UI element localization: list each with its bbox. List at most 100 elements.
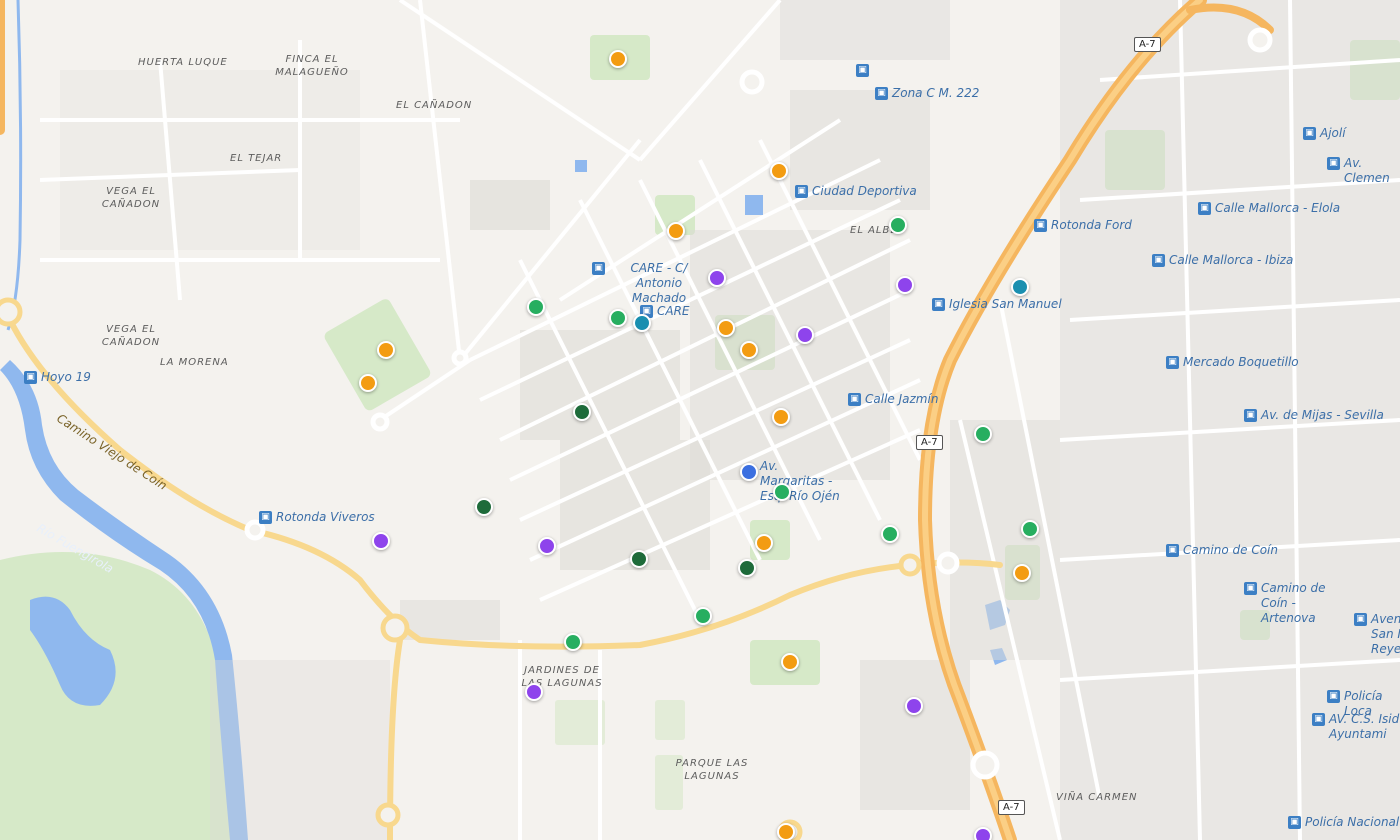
bus-stop-name: Zona C M. 222: [892, 86, 980, 100]
bus-stop-name: CARE: [657, 304, 690, 318]
map-marker-orange[interactable]: [781, 653, 799, 671]
map-marker-purple[interactable]: [974, 827, 992, 840]
bus-stop-rotonda-ford[interactable]: ▣ Rotonda Ford: [1034, 218, 1132, 233]
map-marker-orange[interactable]: [667, 222, 685, 240]
bus-icon: ▣: [1354, 613, 1367, 626]
bus-stop-care-machado[interactable]: ▣ CARE - C/ Antonio Machado: [592, 261, 709, 306]
map-marker-orange[interactable]: [717, 319, 735, 337]
map-marker-darkgreen[interactable]: [630, 550, 648, 568]
map-marker-purple[interactable]: [538, 537, 556, 555]
map-marker-green[interactable]: [881, 525, 899, 543]
bus-stop-name: Policía Nacional: [1305, 815, 1400, 829]
map-marker-green[interactable]: [889, 216, 907, 234]
bus-stop-mercado-boquetillo[interactable]: ▣ Mercado Boquetillo: [1166, 355, 1299, 370]
map-marker-green[interactable]: [1021, 520, 1039, 538]
bus-stop-hoyo-19[interactable]: ▣ Hoyo 19: [24, 370, 91, 385]
map-marker-orange[interactable]: [755, 534, 773, 552]
bus-icon: ▣: [259, 511, 272, 524]
map-marker-teal[interactable]: [633, 314, 651, 332]
bus-stop-name: Mercado Boquetillo: [1183, 355, 1299, 369]
bus-stop-name: Rotonda Ford: [1051, 218, 1132, 232]
bus-icon: ▣: [1244, 582, 1257, 595]
bus-icon: ▣: [1312, 713, 1325, 726]
bus-stop-iglesia-san-manuel[interactable]: ▣ Iglesia San Manuel: [932, 297, 1062, 312]
map-marker-orange[interactable]: [740, 341, 758, 359]
map-marker-purple[interactable]: [905, 697, 923, 715]
bus-stop-name: Av. Margaritas - Esq. Río Ojén: [760, 459, 840, 503]
map-marker-green[interactable]: [564, 633, 582, 651]
map-marker-green[interactable]: [694, 607, 712, 625]
bus-icon: ▣: [856, 64, 869, 77]
bus-icon: ▣: [1244, 409, 1257, 422]
bus-stop-camino-de-coin[interactable]: ▣ Camino de Coín: [1166, 543, 1278, 558]
map-marker-orange[interactable]: [770, 162, 788, 180]
bus-icon: ▣: [848, 393, 861, 406]
map-marker-purple[interactable]: [896, 276, 914, 294]
bus-stop-name: Rotonda Viveros: [276, 510, 375, 524]
bus-stop-calle-jazmin[interactable]: ▣ Calle Jazmín: [848, 392, 938, 407]
bus-stop-name: Ajolí: [1320, 126, 1346, 140]
bus-stop-policia-nacional[interactable]: ▣ Policía Nacional: [1288, 815, 1399, 830]
bus-stop-name: Camino de Coín - Artenova: [1261, 581, 1326, 625]
map-marker-purple[interactable]: [372, 532, 390, 550]
map-marker-purple[interactable]: [708, 269, 726, 287]
map-marker-darkgreen[interactable]: [738, 559, 756, 577]
bus-icon: ▣: [932, 298, 945, 311]
map-marker-orange[interactable]: [359, 374, 377, 392]
bus-icon: ▣: [795, 185, 808, 198]
bus-stop-name: Ciudad Deportiva: [812, 184, 917, 198]
bus-stop-avenida-san-isidro[interactable]: ▣ Aveni San I Reye: [1354, 612, 1400, 657]
map-marker-green[interactable]: [773, 483, 791, 501]
bus-stop-name: Av. de Mijas - Sevilla: [1261, 408, 1384, 422]
bus-stop-ajoli[interactable]: ▣ Ajolí: [1303, 126, 1346, 141]
bus-icon: ▣: [1198, 202, 1211, 215]
map-marker-orange[interactable]: [377, 341, 395, 359]
bus-stop-name: Hoyo 19: [41, 370, 91, 384]
bus-stop-coin-artenova[interactable]: ▣ Camino de Coín - Artenova: [1244, 581, 1351, 626]
map-marker-teal[interactable]: [1011, 278, 1029, 296]
bus-icon: ▣: [875, 87, 888, 100]
map-marker-darkgreen[interactable]: [573, 403, 591, 421]
map-marker-purple[interactable]: [525, 683, 543, 701]
bus-icon: ▣: [1288, 816, 1301, 829]
bus-stop-mallorca-ibiza[interactable]: ▣ Calle Mallorca - Ibiza: [1152, 253, 1293, 268]
map-marker-blue[interactable]: [740, 463, 758, 481]
bus-stop-av-clemente[interactable]: ▣ Av. Clemen: [1327, 156, 1400, 186]
map-canvas[interactable]: HUERTA LUQUE FINCA EL MALAGUEÑO EL CAÑAD…: [0, 0, 1400, 840]
map-marker-darkgreen[interactable]: [475, 498, 493, 516]
bus-stop-name: Calle Mallorca - Ibiza: [1169, 253, 1294, 267]
motorway-shield-a7: A-7: [916, 435, 943, 450]
bus-stop-mallorca-elola[interactable]: ▣ Calle Mallorca - Elola: [1198, 201, 1340, 216]
bus-icon: ▣: [1327, 157, 1340, 170]
map-marker-green[interactable]: [609, 309, 627, 327]
bus-stop-name: Calle Jazmín: [865, 392, 939, 406]
bus-stop-rotonda-viveros[interactable]: ▣ Rotonda Viveros: [259, 510, 375, 525]
motorway-shield-a7: A-7: [998, 800, 1025, 815]
map-marker-orange[interactable]: [1013, 564, 1031, 582]
bus-stop-ayuntamiento[interactable]: ▣ AV. C.S. Isid Ayuntami: [1312, 712, 1400, 742]
bus-stop-mijas-sevilla[interactable]: ▣ Av. de Mijas - Sevilla: [1244, 408, 1384, 423]
bus-icon: ▣: [1327, 690, 1340, 703]
map-marker-orange[interactable]: [777, 823, 795, 840]
bus-icon: ▣: [592, 262, 605, 275]
map-marker-green[interactable]: [974, 425, 992, 443]
bus-icon: ▣: [1303, 127, 1316, 140]
bus-stop-name: Calle Mallorca - Elola: [1215, 201, 1341, 215]
bus-stop-zona-c[interactable]: ▣: [856, 63, 869, 77]
map-marker-orange[interactable]: [609, 50, 627, 68]
bus-icon: ▣: [1166, 356, 1179, 369]
map-marker-green[interactable]: [527, 298, 545, 316]
bus-stop-name: CARE - C/ Antonio Machado: [630, 261, 688, 305]
bus-stop-zona-c-label[interactable]: ▣ Zona C M. 222: [875, 86, 979, 101]
bus-stop-name: Av. Clemen: [1344, 156, 1390, 185]
bus-stop-name: AV. C.S. Isid Ayuntami: [1329, 712, 1400, 741]
bus-stop-margaritas[interactable]: Av. Margaritas - Esq. Río Ojén: [760, 459, 840, 504]
bus-stop-ciudad-deportiva[interactable]: ▣ Ciudad Deportiva: [795, 184, 917, 199]
map-marker-orange[interactable]: [772, 408, 790, 426]
bus-icon: ▣: [24, 371, 37, 384]
map-base-layer: [0, 0, 1400, 840]
bus-stop-name: Aveni San I Reye: [1371, 612, 1400, 656]
motorway-shield-a7: A-7: [1134, 37, 1161, 52]
map-marker-purple[interactable]: [796, 326, 814, 344]
bus-icon: ▣: [1166, 544, 1179, 557]
